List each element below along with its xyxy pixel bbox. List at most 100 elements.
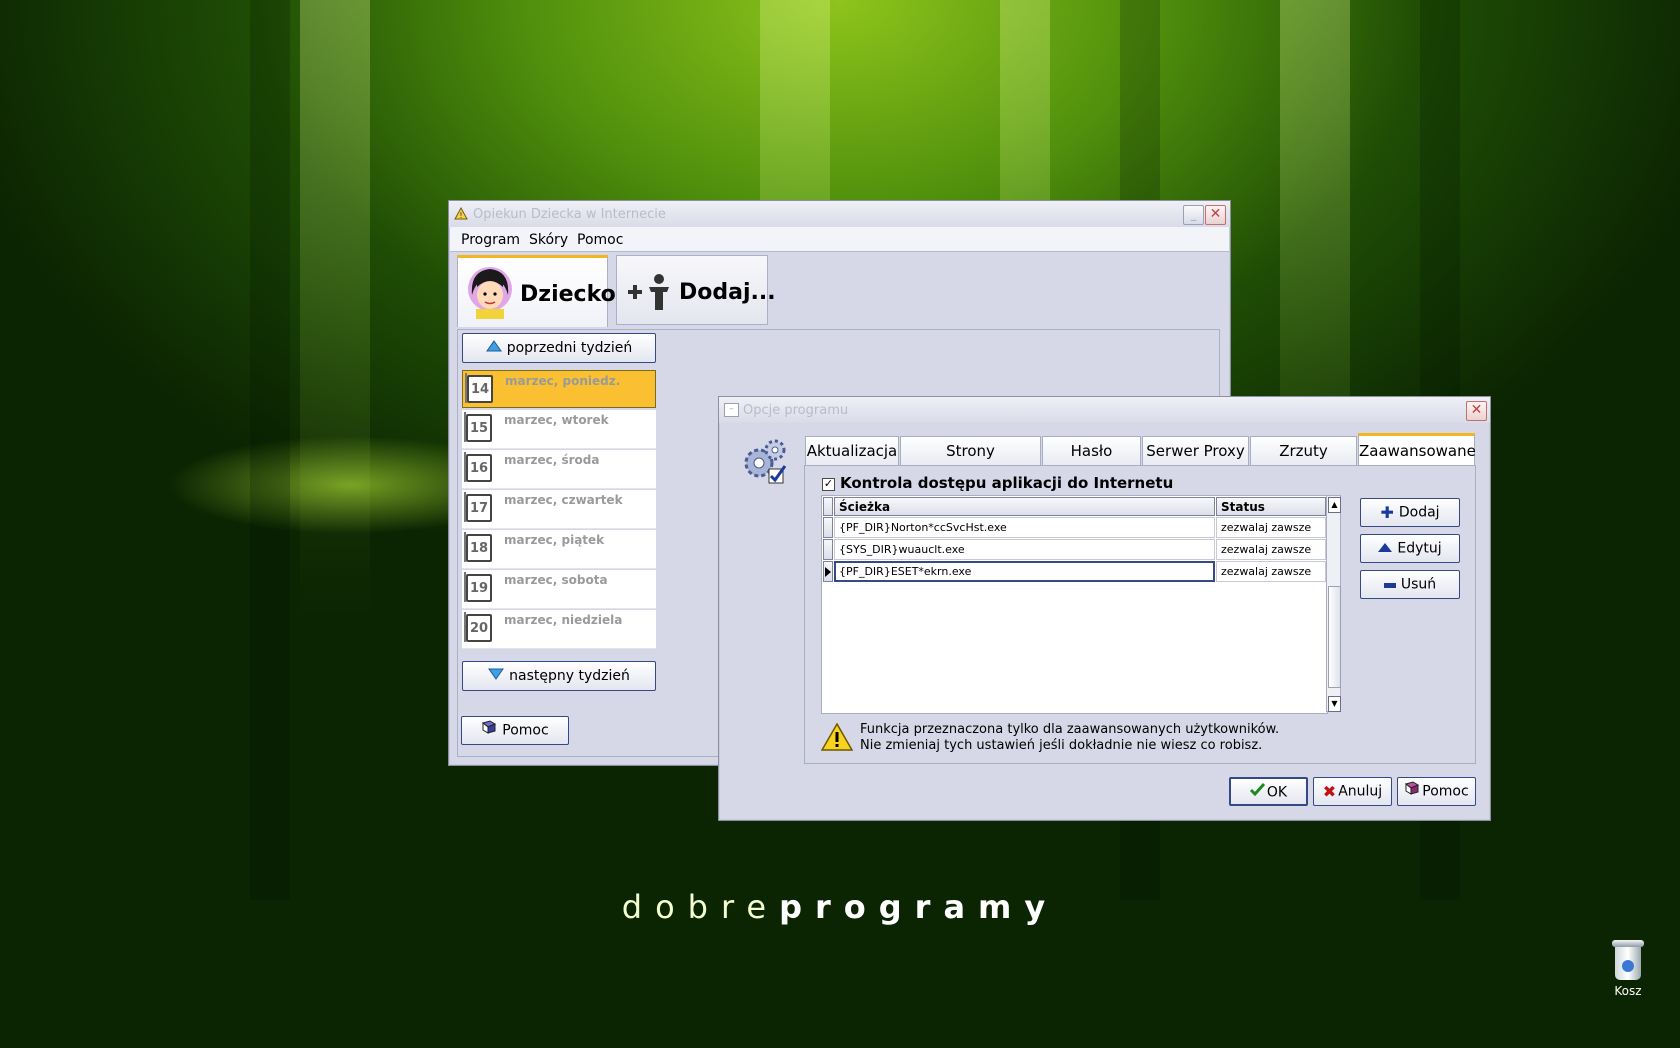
calendar-day-icon: 19 [464, 572, 492, 602]
scroll-down-icon[interactable]: ▼ [1328, 696, 1341, 712]
row-pointer-icon [825, 567, 831, 577]
day-label: marzec, czwartek [504, 493, 623, 507]
options-close-button[interactable]: ✕ [1466, 401, 1487, 421]
day-item[interactable]: 20 marzec, niedziela [462, 610, 656, 649]
tab-serwer-proxy[interactable]: Serwer Proxy [1142, 436, 1249, 467]
day-item[interactable]: 17 marzec, czwartek [462, 490, 656, 529]
minus-icon [1383, 571, 1396, 598]
calendar-day-icon: 18 [464, 532, 492, 562]
tab-zrzuty-ekranu[interactable]: Zrzuty ekranu [1250, 436, 1357, 489]
day-item[interactable]: 14 marzec, poniedz. [462, 370, 656, 408]
help-book-icon [481, 717, 497, 744]
next-week-button[interactable]: następny tydzień [462, 661, 656, 691]
calendar-day-icon: 15 [464, 412, 492, 442]
options-titlebar[interactable]: – Opcje programu ✕ [719, 397, 1490, 423]
day-item[interactable]: 16 marzec, środa [462, 450, 656, 489]
tab-aktualizacja[interactable]: Aktualizacja [805, 436, 899, 467]
previous-week-button[interactable]: poprzedni tydzień [462, 333, 656, 363]
arrow-up-icon [485, 334, 502, 362]
tab-zaawansowane[interactable]: Zaawansowane [1358, 433, 1476, 467]
main-help-button[interactable]: Pomoc [461, 716, 569, 745]
calendar-day-icon: 20 [464, 612, 492, 642]
warning-app-icon: ! [454, 207, 468, 220]
recycle-bin-label: Kosz [1614, 984, 1642, 998]
watermark-light: dobre [621, 888, 780, 926]
menu-skory[interactable]: Skóry [529, 232, 568, 248]
arrow-down-icon [488, 662, 505, 690]
day-label: marzec, niedziela [504, 613, 623, 627]
main-help-label: Pomoc [502, 722, 549, 739]
table-cell-status[interactable]: zezwalaj zawsze [1216, 539, 1326, 560]
watermark-bold: programy [779, 888, 1059, 926]
close-button[interactable]: ✕ [1205, 205, 1226, 225]
cancel-label: Anuluj [1338, 783, 1383, 800]
recycle-bin[interactable]: Kosz [1598, 940, 1658, 998]
table-cell-path[interactable]: {PF_DIR}ESET*ekrn.exe [834, 561, 1215, 582]
edit-rule-label: Edytuj [1397, 540, 1442, 557]
options-dialog-title: Opcje programu [743, 403, 849, 418]
check-icon [1249, 779, 1266, 806]
internet-access-checkbox[interactable]: ✓ [822, 478, 835, 491]
main-titlebar[interactable]: ! Opiekun Dziecka w Internecie _ ✕ [449, 201, 1230, 227]
day-item[interactable]: 18 marzec, piątek [462, 530, 656, 569]
day-label: marzec, sobota [504, 573, 608, 587]
x-icon: ✖ [1322, 782, 1337, 801]
row-header[interactable] [823, 539, 833, 560]
previous-week-label: poprzedni tydzień [506, 340, 633, 356]
table-scrollbar[interactable]: ▲ ▼ [1326, 495, 1341, 712]
menubar: Program Skóry Pomoc [450, 227, 1229, 252]
table-cell-status[interactable]: zezwalaj zawsze [1216, 517, 1326, 538]
options-help-button[interactable]: Pomoc [1397, 777, 1476, 806]
system-menu-icon[interactable]: – [724, 403, 739, 417]
watermark: dobreprogramy [0, 888, 1680, 926]
warning-icon [821, 723, 853, 751]
menu-program[interactable]: Program [461, 232, 520, 248]
main-window-title: Opiekun Dziecka w Internecie [473, 207, 666, 222]
tab-strony-uzytkownika[interactable]: Strony użytkownika [900, 436, 1041, 489]
child-avatar-icon [468, 267, 512, 319]
settings-gears-icon [744, 439, 787, 484]
ok-button[interactable]: OK [1229, 777, 1308, 806]
edit-rule-button[interactable]: Edytuj [1360, 534, 1460, 563]
tab-haslo[interactable]: Hasło [1042, 436, 1141, 467]
table-cell-status[interactable]: zezwalaj zawsze [1216, 561, 1326, 582]
day-label: marzec, poniedz. [505, 374, 621, 388]
table-cell-path[interactable]: {PF_DIR}Norton*ccSvcHst.exe [834, 517, 1215, 538]
cancel-button[interactable]: ✖ Anuluj [1313, 777, 1392, 806]
table-corner [823, 497, 833, 516]
ok-label: OK [1266, 784, 1288, 801]
scroll-up-icon[interactable]: ▲ [1328, 497, 1341, 513]
help-book-icon [1404, 778, 1420, 805]
day-item[interactable]: 19 marzec, sobota [462, 570, 656, 609]
row-header[interactable] [823, 517, 833, 538]
rules-table: Ścieżka Status {PF_DIR}Norton*ccSvcHst.e… [821, 495, 1328, 714]
minimize-button[interactable]: _ [1183, 205, 1204, 225]
plus-icon: ✚ [1380, 503, 1394, 522]
calendar-day-icon: 14 [465, 373, 493, 403]
calendar-day-icon: 16 [464, 452, 492, 482]
remove-rule-label: Usuń [1400, 576, 1437, 593]
options-dialog: – Opcje programu ✕ Aktualizacja Strony u… [718, 396, 1491, 821]
options-help-label: Pomoc [1422, 783, 1469, 800]
day-item[interactable]: 15 marzec, wtorek [462, 410, 656, 449]
table-cell-path[interactable]: {SYS_DIR}wuauclt.exe [834, 539, 1215, 560]
calendar-day-icon: 17 [464, 492, 492, 522]
day-label: marzec, piątek [504, 533, 605, 547]
warning-text: Funkcja przeznaczona tylko dla zaawansow… [860, 722, 1280, 753]
recycle-bin-icon [1612, 940, 1644, 980]
column-header-path[interactable]: Ścieżka [834, 497, 1215, 516]
add-person-icon [628, 274, 669, 310]
tab-dodaj[interactable]: Dodaj... [616, 255, 776, 325]
remove-rule-button[interactable]: Usuń [1360, 570, 1460, 599]
add-rule-button[interactable]: ✚ Dodaj [1360, 498, 1460, 527]
menu-pomoc[interactable]: Pomoc [577, 232, 623, 248]
add-rule-label: Dodaj [1398, 504, 1440, 521]
column-header-status[interactable]: Status [1216, 497, 1326, 516]
triangle-up-icon [1378, 535, 1393, 562]
row-header[interactable] [823, 561, 833, 582]
tab-dziecko[interactable]: Dziecko [457, 255, 616, 327]
next-week-label: następny tydzień [509, 668, 630, 684]
day-label: marzec, środa [504, 453, 600, 467]
scroll-thumb[interactable] [1328, 586, 1341, 688]
day-label: marzec, wtorek [504, 413, 609, 427]
